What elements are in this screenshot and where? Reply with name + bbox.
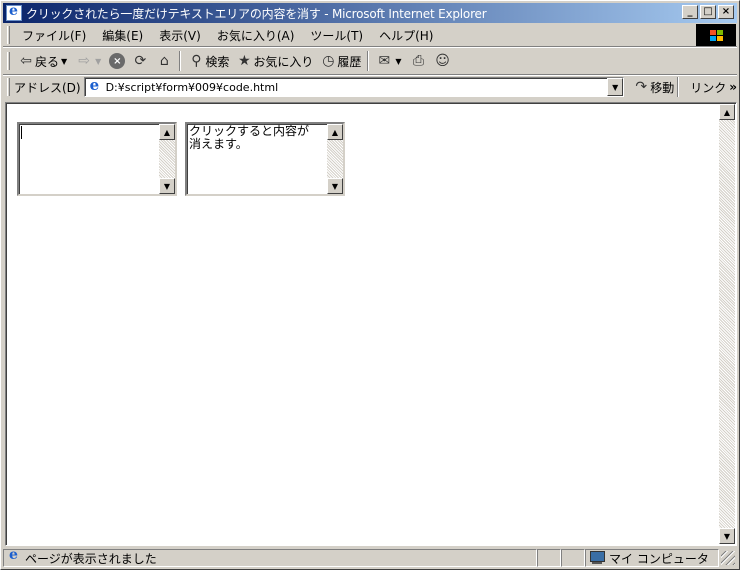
favorites-label: お気に入り	[253, 54, 314, 69]
status-bar: ページが表示されました マイ コンピュータ	[3, 547, 737, 568]
close-button[interactable]: ×	[718, 5, 734, 19]
status-zone-panel: マイ コンピュータ	[585, 549, 719, 567]
minimize-button[interactable]: _	[682, 5, 698, 19]
menu-help[interactable]: ヘルプ(H)	[371, 27, 441, 44]
textarea-clear-on-click[interactable]: クリックすると内容が 消えます。 ▲ ▼	[185, 122, 345, 196]
messenger-icon: ☺	[435, 53, 450, 69]
page-vertical-scrollbar[interactable]: ▲ ▼	[719, 104, 735, 544]
menu-file[interactable]: ファイル(F)	[14, 27, 94, 44]
menu-edit[interactable]: 編集(E)	[94, 27, 151, 44]
favorites-icon: ★	[238, 53, 251, 69]
home-button[interactable]: ⌂	[152, 50, 176, 72]
textarea-clear-scrollbar[interactable]: ▲ ▼	[327, 124, 343, 194]
address-input[interactable]: D:¥script¥form¥009¥code.html ▼	[83, 76, 625, 97]
status-zone: マイ コンピュータ	[609, 551, 709, 566]
back-arrow-icon: ⇦	[20, 53, 32, 69]
page-scroll-down-button[interactable]: ▼	[719, 528, 735, 544]
status-panel-progress	[537, 549, 561, 567]
search-label: 検索	[205, 54, 230, 69]
ie-app-icon[interactable]	[6, 3, 22, 21]
mail-dropdown-icon[interactable]: ▼	[395, 57, 401, 66]
window-controls: _ □ ×	[680, 5, 734, 19]
print-button[interactable]: ⎙	[407, 50, 431, 72]
search-button[interactable]: ⚲ 検索	[184, 50, 232, 72]
address-url[interactable]: D:¥script¥form¥009¥code.html	[106, 81, 279, 94]
back-button[interactable]: ⇦ 戻る ▼	[14, 50, 72, 72]
address-label: アドレス(D)	[13, 80, 81, 95]
page-scroll-up-button[interactable]: ▲	[719, 104, 735, 120]
links-more-icon: »	[729, 80, 737, 94]
arrow-up-icon: ▲	[331, 127, 339, 137]
menu-tools[interactable]: ツール(T)	[302, 27, 371, 44]
maximize-button[interactable]: □	[700, 5, 716, 19]
textarea-empty-scrollbar[interactable]: ▲ ▼	[159, 124, 175, 194]
arrow-down-icon: ▼	[723, 531, 731, 541]
address-grip[interactable]	[7, 78, 10, 96]
text-caret	[21, 126, 22, 139]
arrow-up-icon: ▲	[163, 127, 171, 137]
chevron-down-icon: ▼	[612, 82, 619, 92]
menu-favorites[interactable]: お気に入り(A)	[209, 27, 303, 44]
history-button[interactable]: ◷ 履歴	[316, 50, 364, 72]
print-icon: ⎙	[412, 53, 425, 69]
history-label: 履歴	[337, 54, 362, 69]
status-message-panel: ページが表示されました	[3, 547, 537, 567]
toolbar-separator-2	[367, 51, 370, 71]
forward-button[interactable]: ⇨ ▼	[72, 50, 106, 72]
go-arrow-icon: ↷	[635, 79, 648, 95]
toolbar-grip[interactable]	[7, 52, 10, 70]
ie-window: クリックされたら一度だけテキストエリアの内容を消す - Microsoft In…	[0, 0, 740, 570]
refresh-icon: ⟳	[134, 53, 147, 69]
textarea-clear-text[interactable]: クリックすると内容が 消えます。	[189, 125, 325, 151]
resize-grip-icon[interactable]	[721, 551, 735, 565]
close-icon: ×	[721, 6, 731, 17]
title-bar[interactable]: クリックされたら一度だけテキストエリアの内容を消す - Microsoft In…	[3, 3, 737, 23]
arrow-up-icon: ▲	[723, 107, 731, 117]
forward-arrow-icon: ⇨	[78, 53, 91, 69]
messenger-button[interactable]: ☺	[431, 50, 455, 72]
history-icon: ◷	[322, 53, 335, 69]
back-label: 戻る	[35, 54, 60, 69]
refresh-button[interactable]: ⟳	[128, 50, 152, 72]
forward-dropdown-icon[interactable]: ▼	[95, 57, 101, 66]
scroll-down-button[interactable]: ▼	[159, 178, 175, 194]
links-separator	[677, 77, 680, 97]
scroll-up-button[interactable]: ▲	[159, 124, 175, 140]
ie-page-icon	[7, 547, 21, 565]
mail-icon: ✉	[378, 53, 391, 69]
links-label: リンク	[690, 80, 727, 95]
windows-logo-icon	[696, 24, 736, 46]
menu-grip[interactable]	[7, 26, 10, 44]
textarea-empty[interactable]: ▲ ▼	[17, 122, 177, 196]
address-dropdown-button[interactable]: ▼	[607, 78, 624, 96]
stop-button[interactable]: ×	[106, 50, 128, 72]
search-icon: ⚲	[191, 53, 202, 69]
page-content[interactable]: ▲ ▼ クリックすると内容が 消えます。 ▲ ▼ ▲ ▼	[5, 102, 737, 546]
home-icon: ⌂	[159, 53, 169, 69]
status-message: ページが表示されました	[25, 551, 157, 566]
window-title: クリックされたら一度だけテキストエリアの内容を消す - Microsoft In…	[26, 6, 487, 21]
status-panel-secure	[561, 549, 585, 567]
toolbar-separator	[179, 51, 182, 71]
arrow-down-icon: ▼	[331, 181, 339, 191]
stop-icon: ×	[109, 53, 126, 69]
menu-view[interactable]: 表示(V)	[151, 27, 209, 44]
my-computer-icon	[589, 551, 605, 565]
favorites-button[interactable]: ★ お気に入り	[232, 50, 316, 72]
go-button[interactable]: ↷ 移動	[632, 78, 674, 96]
standard-toolbar: ⇦ 戻る ▼ ⇨ ▼ × ⟳ ⌂ ⚲ 検索 ★ お気に入り ◷ 履歴 ✉ ▼ ⎙…	[3, 48, 737, 74]
mail-button[interactable]: ✉ ▼	[372, 50, 406, 72]
back-dropdown-icon[interactable]: ▼	[61, 57, 67, 66]
arrow-down-icon: ▼	[163, 181, 171, 191]
scroll-up-button[interactable]: ▲	[327, 124, 343, 140]
minimize-icon: _	[687, 6, 693, 17]
links-button[interactable]: リンク »	[690, 79, 737, 96]
scroll-down-button[interactable]: ▼	[327, 178, 343, 194]
go-label: 移動	[650, 80, 675, 95]
menu-bar: ファイル(F) 編集(E) 表示(V) お気に入り(A) ツール(T) ヘルプ(…	[3, 25, 693, 45]
page-icon	[87, 76, 103, 95]
address-bar: アドレス(D) D:¥script¥form¥009¥code.html ▼ ↷…	[3, 76, 737, 98]
maximize-icon: □	[703, 6, 713, 17]
